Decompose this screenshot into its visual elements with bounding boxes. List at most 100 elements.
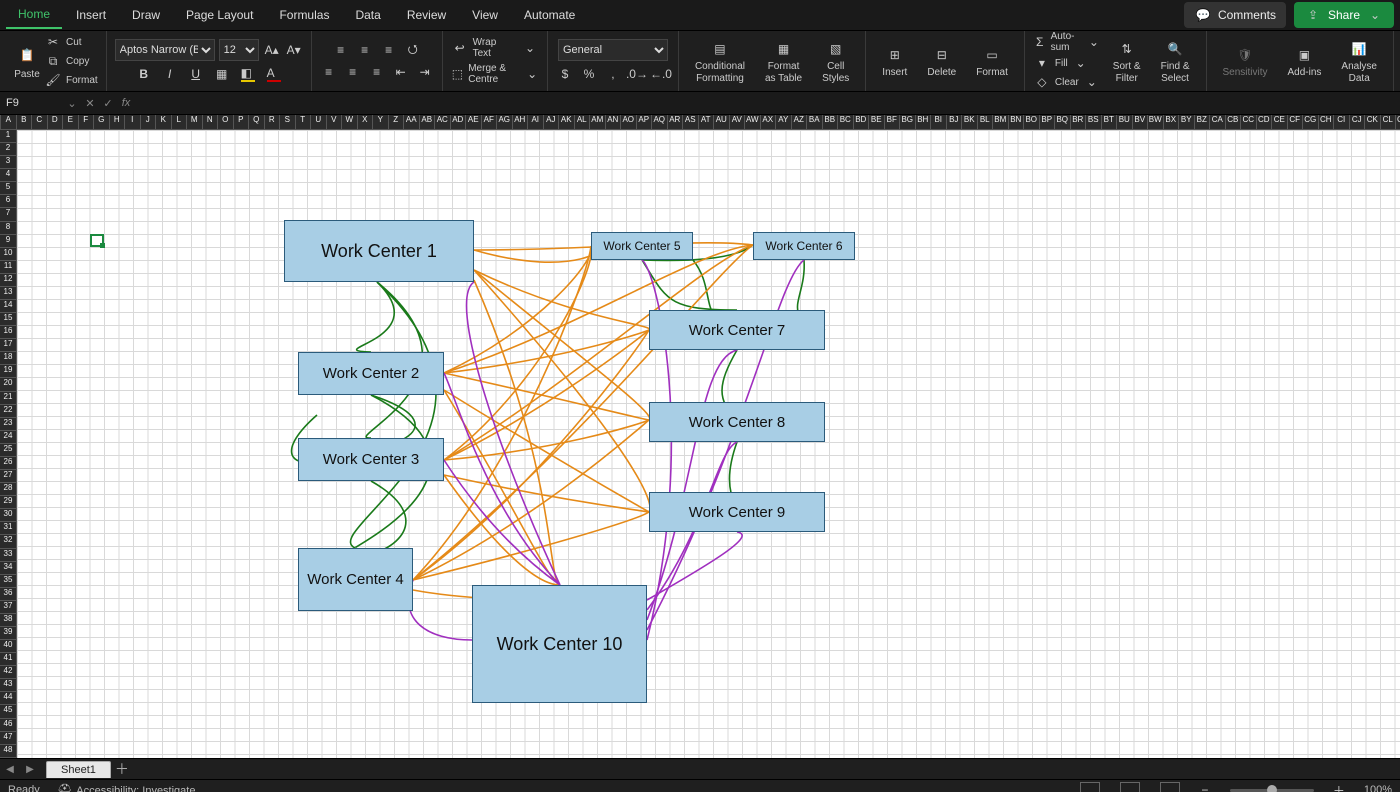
- col-header-BQ[interactable]: BQ: [1055, 115, 1071, 129]
- col-header-AS[interactable]: AS: [683, 115, 699, 129]
- col-header-AX[interactable]: AX: [761, 115, 777, 129]
- row-header-22[interactable]: 22: [0, 405, 17, 418]
- col-header-U[interactable]: U: [311, 115, 327, 129]
- col-header-AT[interactable]: AT: [699, 115, 715, 129]
- row-header-11[interactable]: 11: [0, 261, 17, 274]
- align-middle-icon[interactable]: ≡: [356, 41, 374, 59]
- spreadsheet-grid[interactable]: Work Center 1Work Center 2Work Center 3W…: [17, 130, 1400, 758]
- row-header-35[interactable]: 35: [0, 575, 17, 588]
- col-header-H[interactable]: H: [110, 115, 126, 129]
- shape-wc7[interactable]: Work Center 7: [649, 310, 825, 350]
- col-header-AE[interactable]: AE: [466, 115, 482, 129]
- col-header-BN[interactable]: BN: [1009, 115, 1025, 129]
- col-header-CD[interactable]: CD: [1257, 115, 1273, 129]
- col-header-AI[interactable]: AI: [528, 115, 544, 129]
- col-header-AV[interactable]: AV: [730, 115, 746, 129]
- chevron-down-icon[interactable]: ⌄: [1083, 73, 1101, 91]
- col-header-BV[interactable]: BV: [1133, 115, 1149, 129]
- align-right-icon[interactable]: ≡: [368, 63, 386, 81]
- col-header-E[interactable]: E: [63, 115, 79, 129]
- row-header-43[interactable]: 43: [0, 679, 17, 692]
- align-bottom-icon[interactable]: ≡: [380, 41, 398, 59]
- underline-icon[interactable]: U: [187, 65, 205, 83]
- row-header-48[interactable]: 48: [0, 745, 17, 758]
- col-header-CM[interactable]: CM: [1396, 115, 1400, 129]
- col-header-P[interactable]: P: [234, 115, 250, 129]
- insert-cells-icon[interactable]: ⊞: [884, 44, 906, 66]
- col-header-I[interactable]: I: [125, 115, 141, 129]
- col-header-BY[interactable]: BY: [1179, 115, 1195, 129]
- tab-formulas[interactable]: Formulas: [267, 2, 341, 28]
- fill-icon[interactable]: ▾: [1033, 54, 1051, 72]
- row-header-27[interactable]: 27: [0, 470, 17, 483]
- find-select-icon[interactable]: 🔍: [1164, 38, 1186, 60]
- number-format-select[interactable]: General: [558, 39, 668, 61]
- chevron-down-icon[interactable]: ⌄: [525, 65, 539, 83]
- col-header-BT[interactable]: BT: [1102, 115, 1118, 129]
- col-header-C[interactable]: C: [32, 115, 48, 129]
- addins-icon[interactable]: ▣: [1293, 44, 1315, 66]
- copy-icon[interactable]: ⧉: [44, 52, 62, 70]
- row-header-14[interactable]: 14: [0, 300, 17, 313]
- col-header-BO[interactable]: BO: [1024, 115, 1040, 129]
- row-header-26[interactable]: 26: [0, 457, 17, 470]
- bold-icon[interactable]: B: [135, 65, 153, 83]
- row-header-3[interactable]: 3: [0, 156, 17, 169]
- col-header-AD[interactable]: AD: [451, 115, 467, 129]
- share-button[interactable]: ⇪ Share ⌄: [1294, 2, 1394, 28]
- col-header-BF[interactable]: BF: [885, 115, 901, 129]
- copy-label[interactable]: Copy: [66, 56, 89, 67]
- row-header-19[interactable]: 19: [0, 365, 17, 378]
- shape-wc10[interactable]: Work Center 10: [472, 585, 647, 703]
- col-header-F[interactable]: F: [79, 115, 95, 129]
- col-header-BM[interactable]: BM: [993, 115, 1009, 129]
- row-header-46[interactable]: 46: [0, 719, 17, 732]
- row-header-42[interactable]: 42: [0, 666, 17, 679]
- align-top-icon[interactable]: ≡: [332, 41, 350, 59]
- row-header-30[interactable]: 30: [0, 509, 17, 522]
- col-header-CJ[interactable]: CJ: [1350, 115, 1366, 129]
- col-header-CE[interactable]: CE: [1272, 115, 1288, 129]
- font-name-select[interactable]: Aptos Narrow (Bod...: [115, 39, 215, 61]
- col-header-G[interactable]: G: [94, 115, 110, 129]
- col-header-AA[interactable]: AA: [404, 115, 420, 129]
- col-header-Y[interactable]: Y: [373, 115, 389, 129]
- row-header-15[interactable]: 15: [0, 313, 17, 326]
- row-header-36[interactable]: 36: [0, 588, 17, 601]
- col-header-CA[interactable]: CA: [1210, 115, 1226, 129]
- col-header-Q[interactable]: Q: [249, 115, 265, 129]
- shape-wc2[interactable]: Work Center 2: [298, 352, 444, 395]
- col-header-V[interactable]: V: [327, 115, 343, 129]
- shape-wc3[interactable]: Work Center 3: [298, 438, 444, 481]
- col-header-X[interactable]: X: [358, 115, 374, 129]
- col-header-CC[interactable]: CC: [1241, 115, 1257, 129]
- namebox-chevron-icon[interactable]: ⌄: [63, 97, 81, 110]
- row-header-39[interactable]: 39: [0, 627, 17, 640]
- col-header-M[interactable]: M: [187, 115, 203, 129]
- row-header-25[interactable]: 25: [0, 444, 17, 457]
- page-break-view-icon[interactable]: [1160, 782, 1180, 792]
- tab-automate[interactable]: Automate: [512, 2, 587, 28]
- row-header-9[interactable]: 9: [0, 235, 17, 248]
- row-header-41[interactable]: 41: [0, 653, 17, 666]
- col-header-BZ[interactable]: BZ: [1195, 115, 1211, 129]
- row-header-7[interactable]: 7: [0, 208, 17, 221]
- col-header-R[interactable]: R: [265, 115, 281, 129]
- row-header-13[interactable]: 13: [0, 287, 17, 300]
- col-header-AN[interactable]: AN: [606, 115, 622, 129]
- col-header-AK[interactable]: AK: [559, 115, 575, 129]
- col-header-CG[interactable]: CG: [1303, 115, 1319, 129]
- conditional-formatting-icon[interactable]: ▤: [709, 38, 731, 60]
- format-painter-icon[interactable]: 🖌: [44, 71, 62, 89]
- col-header-AC[interactable]: AC: [435, 115, 451, 129]
- col-header-BC[interactable]: BC: [838, 115, 854, 129]
- merge-label[interactable]: Merge & Centre: [468, 63, 521, 85]
- delete-cells-icon[interactable]: ⊟: [931, 44, 953, 66]
- col-header-BP[interactable]: BP: [1040, 115, 1056, 129]
- col-header-AW[interactable]: AW: [745, 115, 761, 129]
- col-header-K[interactable]: K: [156, 115, 172, 129]
- col-header-BH[interactable]: BH: [916, 115, 932, 129]
- formula-input[interactable]: [135, 96, 1400, 110]
- col-header-W[interactable]: W: [342, 115, 358, 129]
- fill-label[interactable]: Fill: [1055, 58, 1068, 69]
